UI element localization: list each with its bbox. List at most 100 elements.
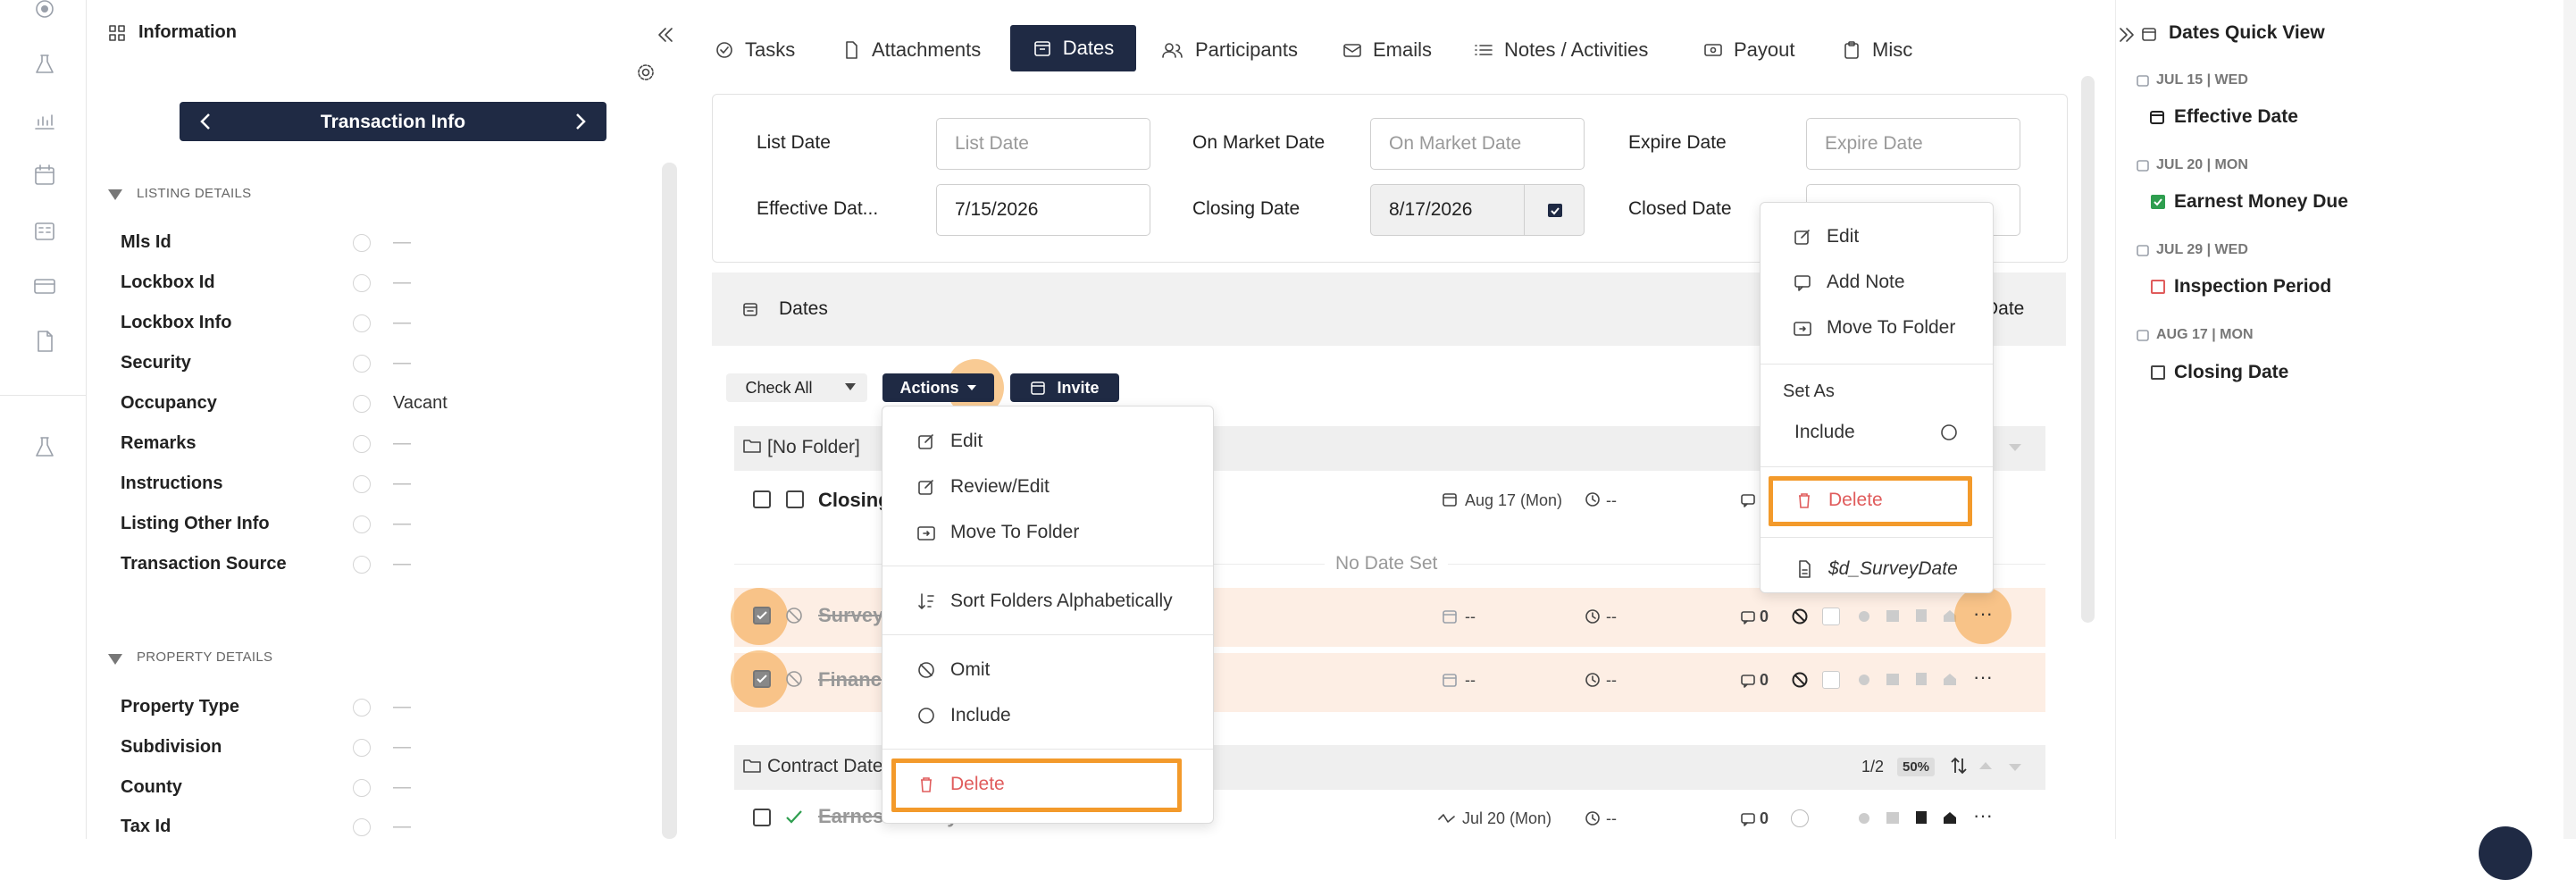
field-radio[interactable] — [353, 779, 371, 797]
on-market-date-input[interactable]: On Market Date — [1370, 118, 1585, 170]
beaker-icon[interactable] — [32, 434, 57, 459]
gear-icon[interactable] — [636, 63, 656, 82]
list-date-input[interactable]: List Date — [936, 118, 1150, 170]
row-status-circle[interactable] — [1791, 809, 1809, 827]
row-status-box[interactable] — [1822, 671, 1840, 689]
actions-button[interactable]: Actions — [882, 373, 994, 402]
menu-item-move-to-folder[interactable]: Move To Folder — [882, 510, 1213, 555]
caret-down-icon[interactable] — [2008, 443, 2022, 452]
tab-tasks[interactable]: Tasks — [715, 27, 813, 73]
row-name[interactable]: Survey — [818, 604, 883, 627]
caret-down-icon[interactable] — [2008, 763, 2022, 772]
menu-item-review-edit[interactable]: Review/Edit — [882, 465, 1213, 509]
context-item-edit[interactable]: Edit — [1761, 214, 1993, 259]
page-scrollbar[interactable] — [2563, 0, 2576, 839]
clock-icon — [1585, 609, 1600, 624]
context-item-move-to-folder[interactable]: Move To Folder — [1761, 306, 1993, 350]
field-radio[interactable] — [353, 556, 371, 574]
field-radio[interactable] — [353, 355, 371, 373]
sort-icon[interactable] — [1949, 756, 1969, 775]
chevron-right-icon[interactable] — [571, 111, 589, 132]
field-radio[interactable] — [353, 395, 371, 413]
alarm-icon — [1859, 675, 1869, 685]
tab-emails[interactable]: Emails — [1342, 27, 1441, 73]
tab-payout[interactable]: Payout — [1703, 27, 1811, 73]
help-bubble-button[interactable] — [2479, 826, 2532, 880]
collapse-left-icon[interactable] — [655, 25, 674, 45]
checkmark-icon — [2154, 198, 2162, 206]
effective-date-input[interactable]: 7/15/2026 — [936, 184, 1150, 236]
house-icon — [1944, 674, 1956, 685]
field-radio[interactable] — [353, 435, 371, 453]
menu-item-sort-folders[interactable]: Sort Folders Alphabetically — [882, 579, 1213, 624]
menu-item-include[interactable]: Include — [882, 693, 1213, 738]
row-checkbox[interactable] — [753, 607, 771, 624]
quick-view-item[interactable]: Closing Date — [2174, 362, 2288, 383]
field-radio[interactable] — [353, 739, 371, 757]
main-scrollbar[interactable] — [2081, 76, 2095, 623]
block-icon[interactable] — [1791, 671, 1809, 689]
quick-view-item[interactable]: Effective Date — [2174, 106, 2298, 128]
row-status-box[interactable] — [1822, 608, 1840, 625]
block-icon[interactable] — [1791, 608, 1809, 625]
field-label: Lockbox Id — [121, 272, 215, 292]
caret-up-icon[interactable] — [1978, 761, 1993, 770]
field-radio[interactable] — [353, 274, 371, 292]
more-options-icon[interactable]: ··· — [1973, 666, 1993, 689]
menu-item-omit[interactable]: Omit — [882, 648, 1213, 692]
target-icon[interactable] — [32, 0, 57, 25]
caret-down-icon[interactable] — [107, 653, 123, 666]
field-radio[interactable] — [353, 314, 371, 332]
more-options-icon[interactable]: ··· — [1973, 602, 1993, 625]
row-name[interactable]: Closing — [818, 489, 891, 512]
calendar-picker-button[interactable] — [1524, 184, 1585, 236]
row-checkbox[interactable] — [753, 670, 771, 688]
chart-icon[interactable] — [32, 107, 57, 132]
context-item-include[interactable]: Include — [1761, 410, 1993, 455]
tab-notes-activities[interactable]: Notes / Activities — [1474, 27, 1670, 73]
row-checkbox[interactable] — [753, 809, 771, 826]
context-item-template[interactable]: $d_SurveyDate — [1761, 547, 1993, 591]
comment-icon[interactable] — [1740, 811, 1756, 827]
invite-button[interactable]: Invite — [1010, 373, 1119, 402]
tab-misc[interactable]: Misc — [1842, 27, 1931, 73]
document-icon[interactable] — [32, 329, 57, 354]
field-radio[interactable] — [353, 818, 371, 836]
row-status-box[interactable] — [786, 490, 804, 508]
context-item-label: Move To Folder — [1827, 317, 1956, 338]
info-scrollbar[interactable] — [662, 163, 677, 839]
field-radio[interactable] — [353, 475, 371, 493]
flask-icon[interactable] — [32, 52, 57, 77]
field-radio[interactable] — [353, 234, 371, 252]
caret-down-icon[interactable] — [107, 189, 123, 201]
caret-down-icon[interactable] — [844, 382, 857, 391]
row-checkbox[interactable] — [753, 490, 771, 508]
card-icon[interactable] — [32, 273, 57, 298]
checked-box-icon[interactable] — [2151, 195, 2165, 209]
context-item-add-note[interactable]: Add Note — [1761, 260, 1993, 305]
tab-participants[interactable]: Participants — [1161, 27, 1304, 73]
calendar-icon — [1443, 493, 1457, 507]
circle-icon — [918, 708, 934, 724]
field-radio[interactable] — [353, 515, 371, 533]
closed-date-label: Closed Date — [1628, 198, 1732, 219]
more-options-icon[interactable]: ··· — [1973, 804, 1993, 827]
quick-view-item[interactable]: Earnest Money Due — [2174, 191, 2348, 213]
trend-icon — [1438, 814, 1455, 823]
calendar-icon[interactable] — [32, 163, 57, 188]
rail-divider — [0, 395, 86, 396]
tab-attachments[interactable]: Attachments — [841, 27, 1002, 73]
tab-dates[interactable]: Dates — [1010, 25, 1136, 71]
row-comment-count: 0 — [1760, 809, 1769, 827]
comment-icon[interactable] — [1740, 609, 1756, 625]
expand-right-icon[interactable] — [2117, 25, 2137, 45]
comment-icon[interactable] — [1740, 673, 1756, 689]
menu-item-edit[interactable]: Edit — [882, 419, 1213, 464]
building-icon[interactable] — [32, 218, 57, 243]
comment-icon[interactable] — [1740, 492, 1756, 508]
field-radio[interactable] — [353, 699, 371, 717]
box-icon[interactable] — [2151, 365, 2165, 380]
red-box-icon[interactable] — [2151, 280, 2165, 294]
expire-date-input[interactable]: Expire Date — [1806, 118, 2020, 170]
quick-view-item[interactable]: Inspection Period — [2174, 276, 2331, 298]
